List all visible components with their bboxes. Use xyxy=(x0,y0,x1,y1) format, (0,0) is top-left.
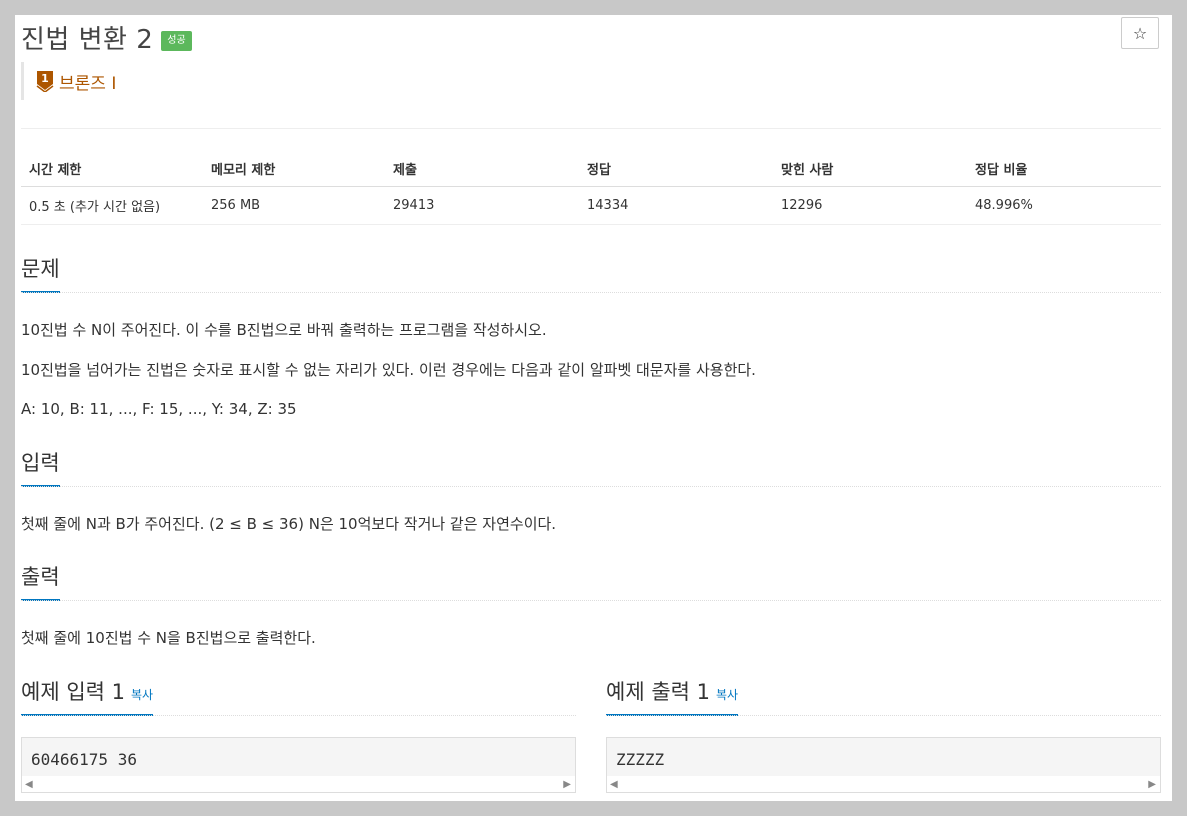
scroll-right-icon[interactable]: ▶ xyxy=(563,779,571,790)
header-divider xyxy=(21,128,1161,129)
sample-output-title: 예제 출력 1 복사 xyxy=(606,676,739,716)
section-divider xyxy=(21,292,1161,293)
section-divider xyxy=(606,715,1161,716)
input-description: 첫째 줄에 N과 B가 주어진다. (2 ≤ B ≤ 36) N은 10억보다 … xyxy=(21,515,557,533)
sample-output-box[interactable]: ZZZZZ ◀ ▶ xyxy=(606,737,1161,793)
tier-indicator[interactable]: 1 브론즈 I xyxy=(21,62,116,100)
memory-limit-value: 256 MB xyxy=(203,186,385,225)
section-divider xyxy=(21,600,1161,601)
description-paragraph-2: 10진법을 넘어가는 진법은 숫자로 표시할 수 없는 자리가 있다. 이런 경… xyxy=(21,361,756,379)
section-divider xyxy=(21,486,1161,487)
sample-input-title-text: 예제 입력 1 xyxy=(21,680,125,704)
svg-text:1: 1 xyxy=(41,72,49,85)
section-divider xyxy=(21,715,576,716)
output-title: 출력 xyxy=(21,561,60,601)
scroll-right-icon[interactable]: ▶ xyxy=(1148,779,1156,790)
output-section-header: 출력 xyxy=(21,561,1161,601)
accept-ratio-value: 48.996% xyxy=(967,186,1161,225)
description-paragraph-3: A: 10, B: 11, ..., F: 15, ..., Y: 34, Z:… xyxy=(21,400,297,418)
submissions-value[interactable]: 29413 xyxy=(385,186,579,225)
info-table-row: 0.5 초 (추가 시간 없음) 256 MB 29413 14334 1229… xyxy=(21,186,1161,225)
accepted-value[interactable]: 14334 xyxy=(579,186,773,225)
scroll-left-icon[interactable]: ◀ xyxy=(25,779,33,790)
problem-page: 진법 변환 2 성공 ☆ 1 브론즈 I 시간 제한 메모리 제한 제출 정답 … xyxy=(15,15,1172,801)
sample-input-header: 예제 입력 1 복사 xyxy=(21,676,576,716)
problem-title: 진법 변환 2 xyxy=(21,24,154,55)
sample-input-title: 예제 입력 1 복사 xyxy=(21,676,154,716)
copy-sample-output-button[interactable]: 복사 xyxy=(716,688,738,702)
header-accept-ratio: 정답 비율 xyxy=(967,151,1161,187)
header-submissions: 제출 xyxy=(385,151,579,187)
favorite-star-button[interactable]: ☆ xyxy=(1121,17,1159,49)
sample-input-box[interactable]: 60466175 36 ◀ ▶ xyxy=(21,737,576,793)
input-section-header: 입력 xyxy=(21,447,1161,487)
status-badge: 성공 xyxy=(161,31,192,51)
scroll-left-icon[interactable]: ◀ xyxy=(610,779,618,790)
sample-output-content: ZZZZZ xyxy=(616,750,665,769)
description-title: 문제 xyxy=(21,253,60,293)
sample-output-title-text: 예제 출력 1 xyxy=(606,680,710,704)
sample-output-header: 예제 출력 1 복사 xyxy=(606,676,1161,716)
header-accepted: 정답 xyxy=(579,151,773,187)
solved-users-value[interactable]: 12296 xyxy=(773,186,967,225)
time-limit-value: 0.5 초 (추가 시간 없음) xyxy=(21,186,203,225)
header-memory-limit: 메모리 제한 xyxy=(203,151,385,187)
problem-header: 진법 변환 2 성공 xyxy=(21,19,192,55)
output-description: 첫째 줄에 10진법 수 N을 B진법으로 출력한다. xyxy=(21,629,316,647)
star-icon: ☆ xyxy=(1132,23,1148,43)
description-section-header: 문제 xyxy=(21,253,1161,293)
horizontal-scrollbar[interactable]: ◀ ▶ xyxy=(22,776,575,792)
problem-info-table: 시간 제한 메모리 제한 제출 정답 맞힌 사람 정답 비율 0.5 초 (추가… xyxy=(21,151,1161,225)
input-title: 입력 xyxy=(21,447,60,487)
header-time-limit: 시간 제한 xyxy=(21,151,203,187)
description-paragraph-1: 10진법 수 N이 주어진다. 이 수를 B진법으로 바꿔 출력하는 프로그램을… xyxy=(21,321,547,339)
horizontal-scrollbar[interactable]: ◀ ▶ xyxy=(607,776,1160,792)
info-table-header-row: 시간 제한 메모리 제한 제출 정답 맞힌 사람 정답 비율 xyxy=(21,151,1161,187)
copy-sample-input-button[interactable]: 복사 xyxy=(131,688,153,702)
header-solved-users: 맞힌 사람 xyxy=(773,151,967,187)
tier-label: 브론즈 I xyxy=(59,73,117,94)
bronze-1-icon: 1 xyxy=(36,71,54,92)
sample-input-content: 60466175 36 xyxy=(31,750,137,769)
